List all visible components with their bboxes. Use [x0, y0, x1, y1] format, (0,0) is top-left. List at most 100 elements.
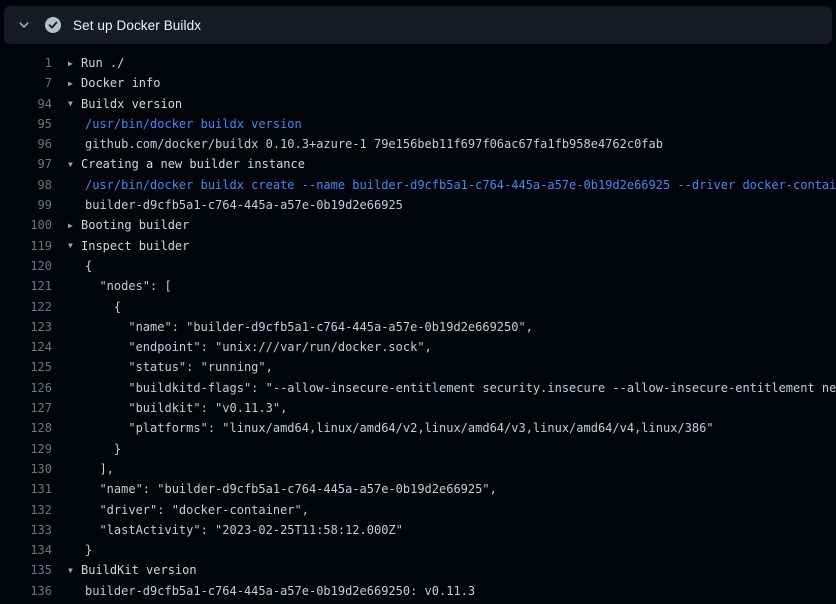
step-title: Set up Docker Buildx: [73, 18, 201, 33]
triangle-collapsed-icon: ▶: [68, 54, 81, 74]
log-group-toggle[interactable]: ▶Run ./: [52, 53, 124, 73]
log-group-title: Inspect builder: [81, 239, 189, 253]
line-number-link[interactable]: 121: [0, 276, 52, 296]
log-line: 128 "platforms": "linux/amd64,linux/amd6…: [0, 418, 836, 438]
log-line: 125 "status": "running",: [0, 357, 836, 377]
log-group-toggle[interactable]: ▼Creating a new builder instance: [52, 154, 305, 174]
log-line: 96 github.com/docker/buildx 0.10.3+azure…: [0, 134, 836, 154]
log-output-text: "status": "running",: [52, 357, 273, 377]
log-group-title: Buildx version: [81, 97, 182, 111]
log-line: 100 ▶Booting builder: [0, 215, 836, 235]
log-line: 126 "buildkitd-flags": "--allow-insecure…: [0, 378, 836, 398]
log-output-text: "buildkitd-flags": "--allow-insecure-ent…: [52, 378, 836, 398]
line-number-link[interactable]: 132: [0, 500, 52, 520]
line-number-link[interactable]: 122: [0, 297, 52, 317]
log-line: 127 "buildkit": "v0.11.3",: [0, 398, 836, 418]
log-output-text: github.com/docker/buildx 0.10.3+azure-1 …: [52, 134, 663, 154]
log-line: 131 "name": "builder-d9cfb5a1-c764-445a-…: [0, 479, 836, 499]
log-output-text: }: [52, 439, 121, 459]
line-number-link[interactable]: 124: [0, 337, 52, 357]
line-number-link[interactable]: 131: [0, 479, 52, 499]
line-number-link[interactable]: 97: [0, 154, 52, 174]
log-command-text: /usr/bin/docker buildx create --name bui…: [52, 175, 836, 195]
log-output-text: ],: [52, 459, 114, 479]
log-line: 133 "lastActivity": "2023-02-25T11:58:12…: [0, 520, 836, 540]
triangle-collapsed-icon: ▶: [68, 216, 81, 236]
log-output-text: "driver": "docker-container",: [52, 500, 309, 520]
log-line: 132 "driver": "docker-container",: [0, 500, 836, 520]
line-number-link[interactable]: 123: [0, 317, 52, 337]
log-output-text: "platforms": "linux/amd64,linux/amd64/v2…: [52, 418, 714, 438]
line-number-link[interactable]: 128: [0, 418, 52, 438]
log-output-text: "endpoint": "unix:///var/run/docker.sock…: [52, 337, 432, 357]
log-output-text: "nodes": [: [52, 276, 172, 296]
log-line: 7 ▶Docker info: [0, 73, 836, 93]
log-output-text: builder-d9cfb5a1-c764-445a-a57e-0b19d2e6…: [52, 195, 403, 215]
line-number-link[interactable]: 135: [0, 560, 52, 580]
line-number-link[interactable]: 120: [0, 256, 52, 276]
log-line: 120 {: [0, 256, 836, 276]
log-line: 95 /usr/bin/docker buildx version: [0, 114, 836, 134]
line-number-link[interactable]: 125: [0, 357, 52, 377]
log-output-text: "name": "builder-d9cfb5a1-c764-445a-a57e…: [52, 317, 533, 337]
log-line: 124 "endpoint": "unix:///var/run/docker.…: [0, 337, 836, 357]
line-number-link[interactable]: 96: [0, 134, 52, 154]
log-line: 119 ▼Inspect builder: [0, 236, 836, 256]
log-line: 134 }: [0, 540, 836, 560]
log-output-text: "name": "builder-d9cfb5a1-c764-445a-a57e…: [52, 479, 497, 499]
log-group-toggle[interactable]: ▶Booting builder: [52, 215, 189, 235]
log-line: 135 ▼BuildKit version: [0, 560, 836, 580]
triangle-expanded-icon: ▼: [68, 236, 81, 256]
line-number-link[interactable]: 1: [0, 53, 52, 73]
log-group-toggle[interactable]: ▼BuildKit version: [52, 560, 197, 580]
log-line: 99 builder-d9cfb5a1-c764-445a-a57e-0b19d…: [0, 195, 836, 215]
check-circle-icon: [45, 17, 61, 33]
log-line: 136 builder-d9cfb5a1-c764-445a-a57e-0b19…: [0, 581, 836, 601]
line-number-link[interactable]: 119: [0, 236, 52, 256]
line-number-link[interactable]: 127: [0, 398, 52, 418]
log-group-title: Booting builder: [81, 218, 189, 232]
log-line: 130 ],: [0, 459, 836, 479]
line-number-link[interactable]: 98: [0, 175, 52, 195]
log-group-title: Creating a new builder instance: [81, 157, 305, 171]
log-group-toggle[interactable]: ▼Inspect builder: [52, 236, 189, 256]
line-number-link[interactable]: 133: [0, 520, 52, 540]
log-command-text: /usr/bin/docker buildx version: [52, 114, 302, 134]
line-number-link[interactable]: 95: [0, 114, 52, 134]
log-group-toggle[interactable]: ▶Docker info: [52, 73, 160, 93]
chevron-down-icon[interactable]: [16, 17, 32, 33]
log-line: 121 "nodes": [: [0, 276, 836, 296]
log-line: 1 ▶Run ./: [0, 53, 836, 73]
log-group-title: Docker info: [81, 76, 160, 90]
line-number-link[interactable]: 7: [0, 73, 52, 93]
line-number-link[interactable]: 136: [0, 581, 52, 601]
log-output-text: builder-d9cfb5a1-c764-445a-a57e-0b19d2e6…: [52, 581, 475, 601]
log-output-text: "lastActivity": "2023-02-25T11:58:12.000…: [52, 520, 403, 540]
log-line: 129 }: [0, 439, 836, 459]
line-number-link[interactable]: 100: [0, 215, 52, 235]
log-line: 98 /usr/bin/docker buildx create --name …: [0, 175, 836, 195]
log-line: 97 ▼Creating a new builder instance: [0, 154, 836, 174]
log-line: 94 ▼Buildx version: [0, 94, 836, 114]
triangle-expanded-icon: ▼: [68, 561, 81, 581]
log-group-title: BuildKit version: [81, 563, 197, 577]
line-number-link[interactable]: 130: [0, 459, 52, 479]
log-output-text: {: [52, 256, 92, 276]
log-group-title: Run ./: [81, 56, 124, 70]
log-output-text: {: [52, 297, 121, 317]
line-number-link[interactable]: 126: [0, 378, 52, 398]
log-output-text: "buildkit": "v0.11.3",: [52, 398, 287, 418]
log-group-toggle[interactable]: ▼Buildx version: [52, 94, 182, 114]
triangle-collapsed-icon: ▶: [68, 74, 81, 94]
log-output-text: }: [52, 540, 92, 560]
line-number-link[interactable]: 99: [0, 195, 52, 215]
triangle-expanded-icon: ▼: [68, 94, 81, 114]
line-number-link[interactable]: 129: [0, 439, 52, 459]
line-number-link[interactable]: 134: [0, 540, 52, 560]
triangle-expanded-icon: ▼: [68, 155, 81, 175]
log-viewer: 1 ▶Run ./ 7 ▶Docker info 94 ▼Buildx vers…: [0, 44, 836, 604]
log-line: 123 "name": "builder-d9cfb5a1-c764-445a-…: [0, 317, 836, 337]
line-number-link[interactable]: 94: [0, 94, 52, 114]
log-line: 122 {: [0, 297, 836, 317]
step-header[interactable]: Set up Docker Buildx: [4, 6, 832, 44]
